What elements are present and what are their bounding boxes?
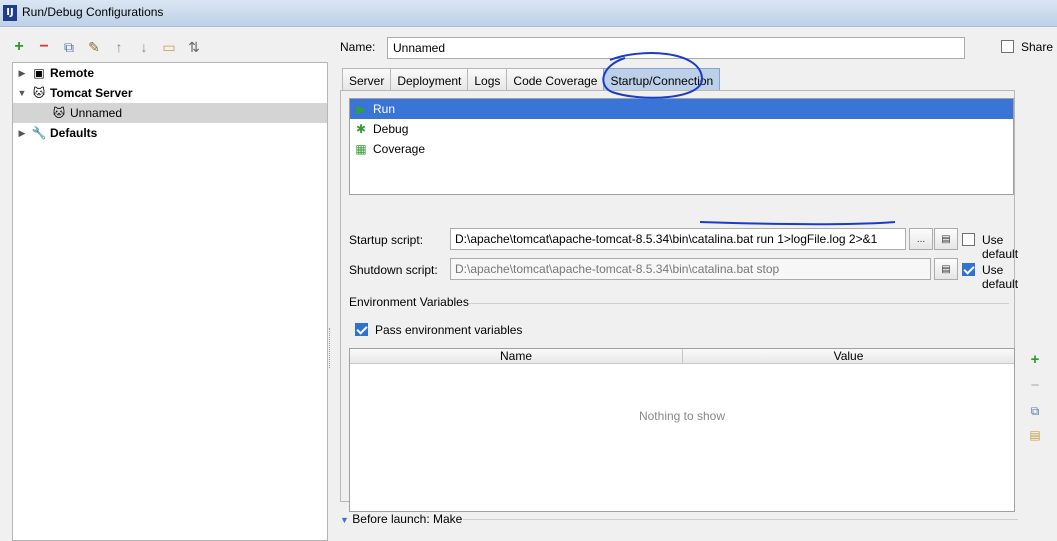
- shutdown-script-editor-icon[interactable]: ▤: [934, 258, 958, 280]
- configurations-panel: + − ⧉ ✎ ↑ ↓ ▭ ⇅ ▶ ▣ Remote ▼ 🐱 Tomcat Server 🐱 Unnamed…: [0, 28, 330, 541]
- browse-button[interactable]: ...: [909, 228, 933, 250]
- mode-item-debug[interactable]: ✱ Debug: [350, 119, 1013, 139]
- tree-item-defaults[interactable]: ▶ 🔧 Defaults: [13, 123, 327, 143]
- plus-icon[interactable]: +: [10, 38, 28, 56]
- paste-env-icon[interactable]: ▤: [1026, 426, 1044, 444]
- tree-item-tomcat-server[interactable]: ▼ 🐱 Tomcat Server: [13, 83, 327, 103]
- name-input[interactable]: Unnamed: [387, 37, 965, 59]
- collapsed-arrow-icon[interactable]: ▶: [17, 128, 27, 139]
- collapse-arrow-icon[interactable]: ▼: [340, 515, 349, 525]
- tree-item-label: Defaults: [50, 126, 98, 140]
- wrench-icon: 🔧: [31, 126, 47, 140]
- expanded-arrow-icon[interactable]: ▼: [17, 88, 27, 98]
- tree-item-label: Tomcat Server: [50, 86, 133, 100]
- remove-env-icon[interactable]: −: [1026, 376, 1044, 394]
- config-tabs: Server Deployment Logs Code Coverage Startup…: [342, 68, 721, 91]
- config-tree: ▶ ▣ Remote ▼ 🐱 Tomcat Server 🐱 Unnamed ▶ 🔧 Default…: [12, 62, 328, 541]
- mode-label: Coverage: [373, 142, 426, 156]
- title-bar: IJ Run/Debug Configurations: [0, 0, 1057, 27]
- debug-icon: ✱: [355, 122, 367, 136]
- before-launch-header[interactable]: ▼ Before launch: Make: [340, 512, 462, 526]
- tomcat-icon: 🐱: [32, 86, 46, 100]
- pass-env-label[interactable]: Pass environment variables: [375, 323, 522, 337]
- splitter-grip[interactable]: [329, 328, 331, 368]
- mode-item-coverage[interactable]: ▦ Coverage: [350, 139, 1013, 159]
- env-vars-section-title: Environment Variables: [349, 295, 469, 309]
- shutdown-script-input[interactable]: D:\apache\tomcat\apache-tomcat-8.5.34\bi…: [450, 258, 931, 280]
- wrench-icon[interactable]: ✎: [85, 38, 103, 56]
- empty-table-message: Nothing to show: [638, 409, 726, 423]
- collapsed-arrow-icon[interactable]: ▶: [17, 68, 27, 79]
- tab-startup-connection[interactable]: Startup/Connection: [603, 68, 721, 91]
- copy-env-icon[interactable]: ⧉: [1026, 402, 1044, 420]
- sort-icon[interactable]: ⇅: [185, 38, 203, 56]
- startup-script-input[interactable]: D:\apache\tomcat\apache-tomcat-8.5.34\bi…: [450, 228, 906, 250]
- config-toolbar: + − ⧉ ✎ ↑ ↓ ▭ ⇅: [10, 38, 203, 56]
- arrow-up-icon[interactable]: ↑: [110, 38, 128, 56]
- mode-label: Debug: [373, 122, 409, 136]
- shutdown-script-label: Shutdown script:: [349, 263, 438, 277]
- remote-icon: ▣: [33, 66, 45, 80]
- add-env-icon[interactable]: +: [1026, 350, 1044, 368]
- startup-script-label: Startup script:: [349, 233, 424, 247]
- coverage-icon: ▦: [355, 142, 367, 156]
- tab-deployment[interactable]: Deployment: [390, 68, 469, 91]
- tab-logs[interactable]: Logs: [467, 68, 508, 91]
- arrow-down-icon[interactable]: ↓: [135, 38, 153, 56]
- startup-use-default-checkbox[interactable]: [962, 233, 975, 246]
- tree-item-label: Remote: [50, 66, 95, 80]
- startup-use-default-label[interactable]: Use default: [982, 233, 1018, 261]
- env-vars-table[interactable]: Name Value Nothing to show: [349, 348, 1015, 512]
- share-checkbox[interactable]: [1001, 40, 1014, 53]
- config-details-panel: Name: Unnamed Share Server Deployment Logs…: [333, 28, 1057, 541]
- shutdown-use-default-label[interactable]: Use default: [982, 263, 1018, 291]
- tab-code-coverage[interactable]: Code Coverage: [506, 68, 605, 91]
- column-header-value[interactable]: Value: [683, 349, 1014, 364]
- mode-item-run[interactable]: ▶ Run: [350, 99, 1013, 119]
- column-header-name[interactable]: Name: [350, 349, 683, 364]
- folder-icon[interactable]: ▭: [160, 38, 178, 56]
- copy-icon[interactable]: ⧉: [60, 38, 78, 56]
- name-label: Name:: [340, 40, 376, 54]
- tomcat-config-icon: 🐱: [52, 106, 66, 120]
- tab-server[interactable]: Server: [342, 68, 392, 91]
- minus-icon[interactable]: −: [35, 38, 53, 56]
- env-table-header: Name Value: [350, 349, 1014, 364]
- script-editor-icon[interactable]: ▤: [934, 228, 958, 250]
- window-title: Run/Debug Configurations: [22, 5, 164, 19]
- tree-item-unnamed[interactable]: 🐱 Unnamed: [13, 103, 327, 123]
- startup-mode-list: ▶ Run ✱ Debug ▦ Coverage: [349, 98, 1014, 195]
- startup-connection-panel: ▶ Run ✱ Debug ▦ Coverage Startup script: D:\a…: [340, 90, 1041, 512]
- mode-label: Run: [373, 102, 396, 116]
- share-label[interactable]: Share: [1021, 40, 1053, 54]
- section-divider: [469, 303, 1009, 304]
- before-launch-label[interactable]: Before launch: Make: [352, 512, 462, 526]
- before-launch-divider: [463, 519, 1018, 520]
- shutdown-use-default-checkbox[interactable]: [962, 263, 975, 276]
- intellij-app-icon: IJ: [3, 5, 17, 21]
- run-icon: ▶: [356, 102, 366, 116]
- pass-env-checkbox[interactable]: [355, 323, 368, 336]
- tree-item-remote[interactable]: ▶ ▣ Remote: [13, 63, 327, 83]
- tree-item-label: Unnamed: [70, 106, 123, 120]
